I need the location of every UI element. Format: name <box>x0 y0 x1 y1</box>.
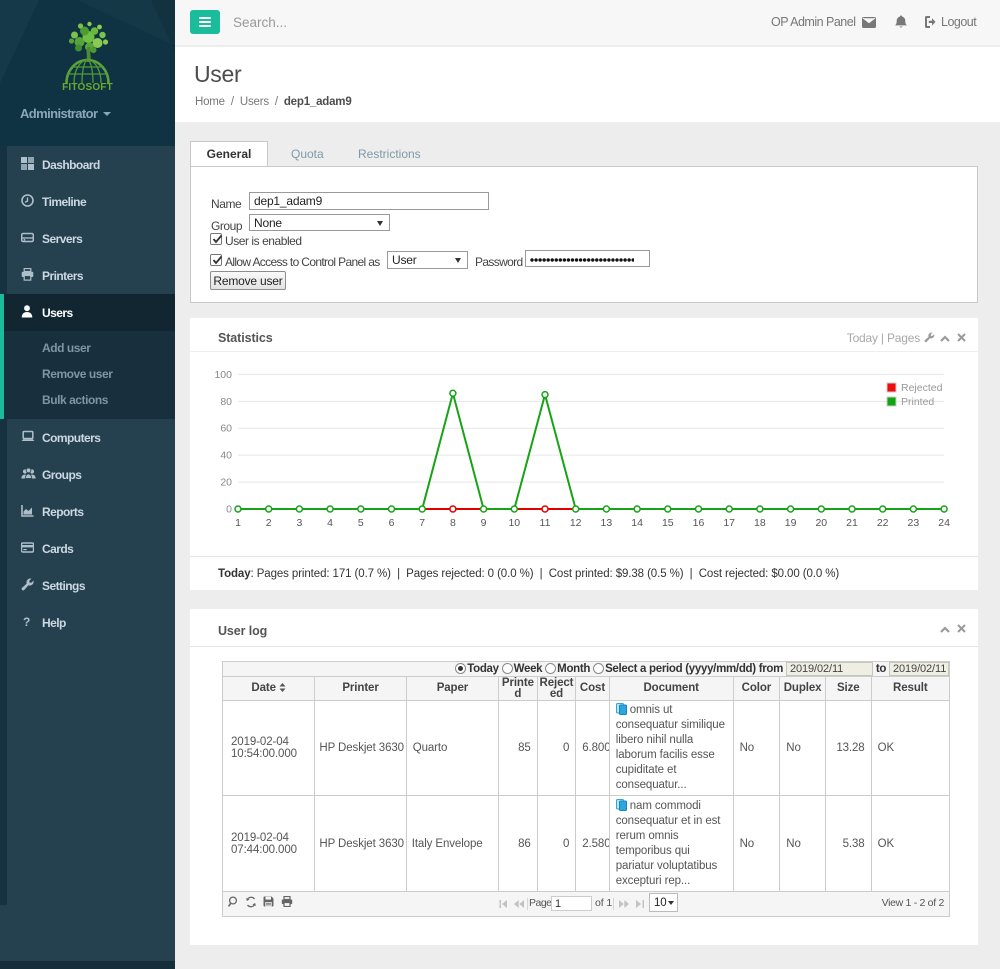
svg-text:7: 7 <box>419 517 425 529</box>
svg-text:24: 24 <box>938 517 950 529</box>
svg-text:0: 0 <box>226 504 232 516</box>
svg-text:20: 20 <box>220 477 232 489</box>
svg-text:16: 16 <box>693 517 705 529</box>
svg-text:20: 20 <box>815 517 827 529</box>
svg-text:23: 23 <box>908 517 920 529</box>
svg-text:40: 40 <box>220 450 232 462</box>
svg-text:Printed: Printed <box>901 396 934 408</box>
svg-text:14: 14 <box>631 517 643 529</box>
svg-text:60: 60 <box>220 423 232 435</box>
svg-text:4: 4 <box>327 517 333 529</box>
svg-text:FITOSOFT: FITOSOFT <box>62 82 113 93</box>
svg-text:1: 1 <box>235 517 241 529</box>
svg-text:3: 3 <box>296 517 302 529</box>
svg-text:22: 22 <box>877 517 889 529</box>
svg-text:17: 17 <box>723 517 735 529</box>
svg-text:2: 2 <box>266 517 272 529</box>
svg-text:80: 80 <box>220 396 232 408</box>
svg-text:12: 12 <box>570 517 582 529</box>
svg-text:9: 9 <box>481 517 487 529</box>
svg-text:100: 100 <box>214 369 232 381</box>
svg-text:19: 19 <box>785 517 797 529</box>
svg-text:13: 13 <box>601 517 613 529</box>
svg-text:21: 21 <box>846 517 858 529</box>
svg-text:18: 18 <box>754 517 766 529</box>
svg-text:Rejected: Rejected <box>901 382 943 394</box>
svg-text:15: 15 <box>662 517 674 529</box>
svg-text:8: 8 <box>450 517 456 529</box>
svg-text:10: 10 <box>508 517 520 529</box>
svg-text:6: 6 <box>389 517 395 529</box>
svg-text:?: ? <box>23 615 30 628</box>
svg-text:5: 5 <box>358 517 364 529</box>
svg-text:11: 11 <box>540 517 551 529</box>
